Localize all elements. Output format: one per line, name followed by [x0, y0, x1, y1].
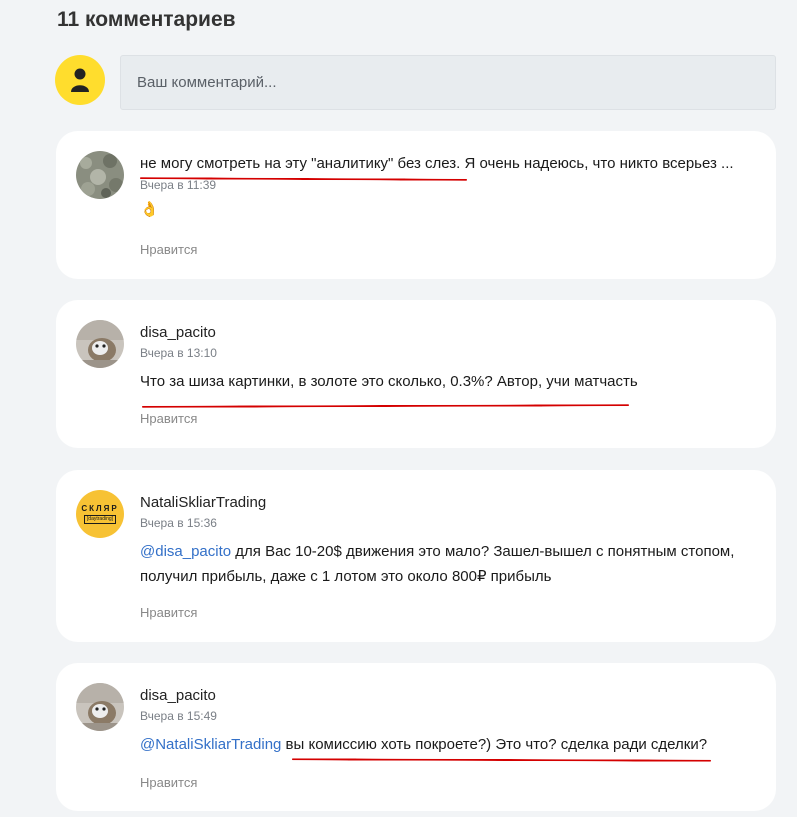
like-button[interactable]: Нравится [140, 605, 197, 620]
user-mention-link[interactable]: @disa_pacito [140, 543, 231, 560]
red-underline-annotation [141, 404, 630, 408]
comment-text: не могу смотреть на эту "аналитику" без … [140, 155, 734, 172]
commenter-avatar[interactable] [76, 320, 124, 368]
comment-time: Вчера в 15:49 [140, 709, 217, 723]
comment-author[interactable]: NataliSkliarTrading [140, 492, 756, 514]
user-silhouette-icon [71, 68, 89, 92]
comment-card: не могу смотреть на эту "аналитику" без … [56, 131, 776, 279]
commenter-avatar[interactable] [76, 151, 124, 199]
comment-input[interactable]: Ваш комментарий... [120, 55, 776, 110]
comment-text: @NataliSkliarTrading вы комиссию хоть по… [140, 732, 756, 757]
commenter-avatar[interactable]: СКЛЯР [daytrading] [76, 490, 124, 538]
comment-card: disa_pacito Вчера в 15:49 @NataliSkliarT… [56, 663, 776, 811]
comment-text: Что за шиза картинки, в золоте это сколь… [140, 373, 638, 390]
current-user-avatar[interactable] [55, 55, 105, 105]
red-underline-annotation [291, 758, 712, 762]
comment-author[interactable]: disa_pacito [140, 322, 756, 344]
avatar-logo-text: СКЛЯР [81, 504, 119, 513]
comment-author[interactable]: disa_pacito [140, 685, 756, 707]
comment-text: @disa_pacito для Вас 10-20$ движения это… [140, 539, 756, 589]
ok-hand-emoji: 👌 [140, 201, 159, 218]
like-button[interactable]: Нравится [140, 775, 197, 790]
comment-card: disa_pacito Вчера в 13:10 Что за шиза ка… [56, 300, 776, 448]
like-button[interactable]: Нравится [140, 242, 197, 257]
commenter-avatar[interactable] [76, 683, 124, 731]
comment-body: вы комиссию хоть покроете?) Это что? сде… [281, 736, 708, 753]
like-button[interactable]: Нравится [140, 411, 197, 426]
comments-count-title: 11 комментариев [57, 8, 236, 31]
comment-time: Вчера в 15:36 [140, 516, 217, 530]
comment-time: Вчера в 13:10 [140, 346, 217, 360]
user-mention-link[interactable]: @NataliSkliarTrading [140, 736, 281, 753]
comment-card: СКЛЯР [daytrading] NataliSkliarTrading В… [56, 470, 776, 642]
avatar-logo-subtext: [daytrading] [84, 515, 116, 524]
